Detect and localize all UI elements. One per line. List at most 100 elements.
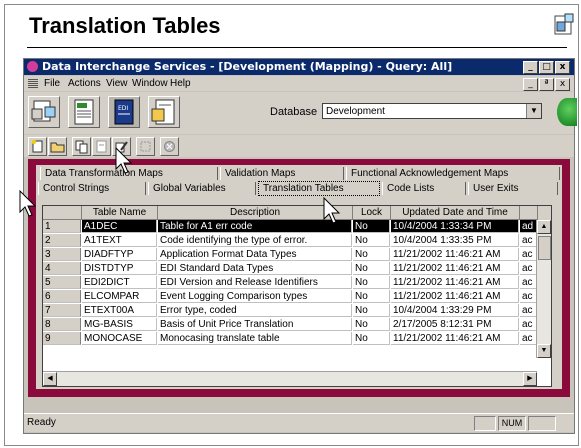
table-row[interactable]: 5 EDI2DICT EDI Version and Release Identif… bbox=[43, 276, 537, 290]
horizontal-scrollbar[interactable]: ◀ ▶ bbox=[43, 371, 537, 386]
table-row[interactable]: 8 MG-BASIS Basis of Unit Price Translation… bbox=[43, 318, 537, 332]
copy-icon bbox=[75, 140, 88, 154]
tab-control-strings[interactable]: Control Strings bbox=[38, 182, 146, 195]
tab-translation-tables[interactable]: Translation Tables bbox=[258, 181, 380, 196]
database-select[interactable]: Development ▼ bbox=[322, 103, 542, 119]
menu-actions[interactable]: Actions bbox=[68, 76, 101, 91]
menu-view[interactable]: View bbox=[106, 76, 128, 91]
cell-lock: No bbox=[353, 276, 390, 289]
tab-user-exits[interactable]: User Exits bbox=[468, 182, 558, 195]
chevron-down-icon[interactable]: ▼ bbox=[526, 104, 541, 118]
slide-title: Translation Tables bbox=[29, 13, 221, 38]
status-panel-blank-2 bbox=[528, 416, 556, 431]
vertical-scrollbar[interactable]: ▲ ▼ bbox=[536, 220, 551, 358]
title-divider bbox=[27, 47, 567, 48]
document-definition-button[interactable] bbox=[68, 96, 100, 128]
properties-button[interactable] bbox=[92, 137, 111, 156]
open-button[interactable] bbox=[48, 137, 67, 156]
tab-code-lists[interactable]: Code Lists bbox=[382, 182, 466, 195]
cell-lock: No bbox=[353, 220, 390, 233]
cell-table-name: MG-BASIS bbox=[82, 318, 157, 331]
row-number: 5 bbox=[43, 276, 81, 289]
svg-text:EDI: EDI bbox=[118, 105, 128, 112]
cell-lock: No bbox=[353, 262, 390, 275]
table-row[interactable]: 9 MONOCASE Monocasing translate table No 11/… bbox=[43, 332, 537, 346]
cell-lock: No bbox=[353, 318, 390, 331]
column-header-extra[interactable] bbox=[520, 206, 538, 220]
new-button[interactable] bbox=[28, 137, 47, 156]
cell-extra: ac bbox=[520, 332, 537, 345]
column-header-updated[interactable]: Updated Date and Time bbox=[391, 206, 520, 220]
cell-updated: 11/21/2002 11:46:21 AM bbox=[391, 262, 519, 275]
cell-description: EDI Version and Release Identifiers bbox=[158, 276, 352, 289]
stop-icon bbox=[164, 141, 175, 152]
mouse-pointer-icon bbox=[115, 147, 133, 174]
cell-extra: ac bbox=[520, 248, 537, 261]
column-header-table-name[interactable]: Table Name bbox=[82, 206, 158, 220]
cell-extra: ac bbox=[520, 290, 537, 303]
menu-file[interactable]: File bbox=[44, 76, 60, 91]
cell-updated: 10/4/2004 1:33:35 PM bbox=[391, 234, 519, 247]
tab-global-variables[interactable]: Global Variables bbox=[148, 182, 256, 195]
cell-table-name: A1TEXT bbox=[82, 234, 157, 247]
refresh-button[interactable] bbox=[136, 137, 155, 156]
cell-lock: No bbox=[353, 234, 390, 247]
cell-extra: ac bbox=[520, 318, 537, 331]
scroll-left-arrow-icon[interactable]: ◀ bbox=[43, 372, 57, 386]
doc-definition-icon bbox=[74, 99, 94, 125]
mdi-close-button[interactable]: x bbox=[555, 78, 570, 91]
status-panel-blank bbox=[474, 416, 496, 431]
mapping-button[interactable] bbox=[28, 96, 60, 128]
menu-help[interactable]: Help bbox=[170, 76, 191, 91]
mouse-pointer-icon bbox=[19, 190, 37, 217]
document-icon[interactable] bbox=[28, 79, 38, 88]
row-number: 8 bbox=[43, 318, 81, 331]
cell-extra: ac bbox=[520, 276, 537, 289]
document-map-icon bbox=[554, 13, 574, 35]
status-text: Ready bbox=[27, 417, 56, 428]
translation-tables-grid: Table Name Description Lock Updated Date… bbox=[42, 205, 552, 387]
menu-window[interactable]: Window bbox=[132, 76, 168, 91]
vertical-scroll-thumb[interactable] bbox=[538, 236, 551, 260]
edi-standards-button[interactable]: EDI bbox=[108, 96, 140, 128]
cell-updated: 2/17/2005 8:12:31 PM bbox=[391, 318, 519, 331]
scroll-up-arrow-icon[interactable]: ▲ bbox=[537, 220, 551, 234]
table-row[interactable]: 4 DISTDTYP EDI Standard Data Types No 11/21/… bbox=[43, 262, 537, 276]
cell-updated: 11/21/2002 11:46:21 AM bbox=[391, 276, 519, 289]
cell-updated: 10/4/2004 1:33:29 PM bbox=[391, 304, 519, 317]
minimize-button[interactable]: _ bbox=[523, 61, 538, 74]
scroll-down-arrow-icon[interactable]: ▼ bbox=[537, 344, 551, 358]
cell-description: Code identifying the type of error. bbox=[158, 234, 352, 247]
cell-description: Application Format Data Types bbox=[158, 248, 352, 261]
refresh-icon bbox=[140, 141, 151, 152]
mdi-minimize-button[interactable]: _ bbox=[523, 78, 538, 91]
open-folder-icon bbox=[50, 142, 65, 153]
mdi-restore-button[interactable]: ª bbox=[539, 78, 554, 91]
row-number: 6 bbox=[43, 290, 81, 303]
table-row[interactable]: 1 A1DEC Table for A1 err code No 10/4/2004 1… bbox=[43, 220, 537, 234]
window-title: Data Interchange Services - [Development… bbox=[42, 60, 453, 73]
table-row[interactable]: 6 ELCOMPAR Event Logging Comparison types N… bbox=[43, 290, 537, 304]
cell-lock: No bbox=[353, 290, 390, 303]
table-row[interactable]: 3 DIADFTYP Application Format Data Types No… bbox=[43, 248, 537, 262]
mouse-pointer-icon bbox=[323, 197, 341, 224]
globe-icon bbox=[557, 98, 577, 126]
tab-functional-acknowledgement-maps[interactable]: Functional Acknowledgement Maps bbox=[346, 167, 560, 180]
stop-button[interactable] bbox=[160, 137, 179, 156]
close-button[interactable]: x bbox=[555, 61, 570, 74]
row-number: 9 bbox=[43, 332, 81, 345]
row-number: 1 bbox=[43, 220, 81, 233]
properties-icon bbox=[96, 140, 107, 153]
cell-table-name: MONOCASE bbox=[82, 332, 157, 345]
table-row[interactable]: 7 ETEXT00A Error type, coded No 10/4/2004 1:… bbox=[43, 304, 537, 318]
scroll-right-arrow-icon[interactable]: ▶ bbox=[523, 372, 537, 386]
maximize-button[interactable]: □ bbox=[539, 61, 554, 74]
application-data-button[interactable] bbox=[148, 96, 180, 128]
copy-button[interactable] bbox=[72, 137, 91, 156]
tab-validation-maps[interactable]: Validation Maps bbox=[220, 167, 344, 180]
cell-lock: No bbox=[353, 248, 390, 261]
table-row[interactable]: 2 A1TEXT Code identifying the type of erro… bbox=[43, 234, 537, 248]
column-header-lock[interactable]: Lock bbox=[353, 206, 391, 220]
slide-frame: Translation Tables Data Interchange Serv… bbox=[4, 4, 579, 446]
mapping-icon bbox=[31, 100, 56, 122]
